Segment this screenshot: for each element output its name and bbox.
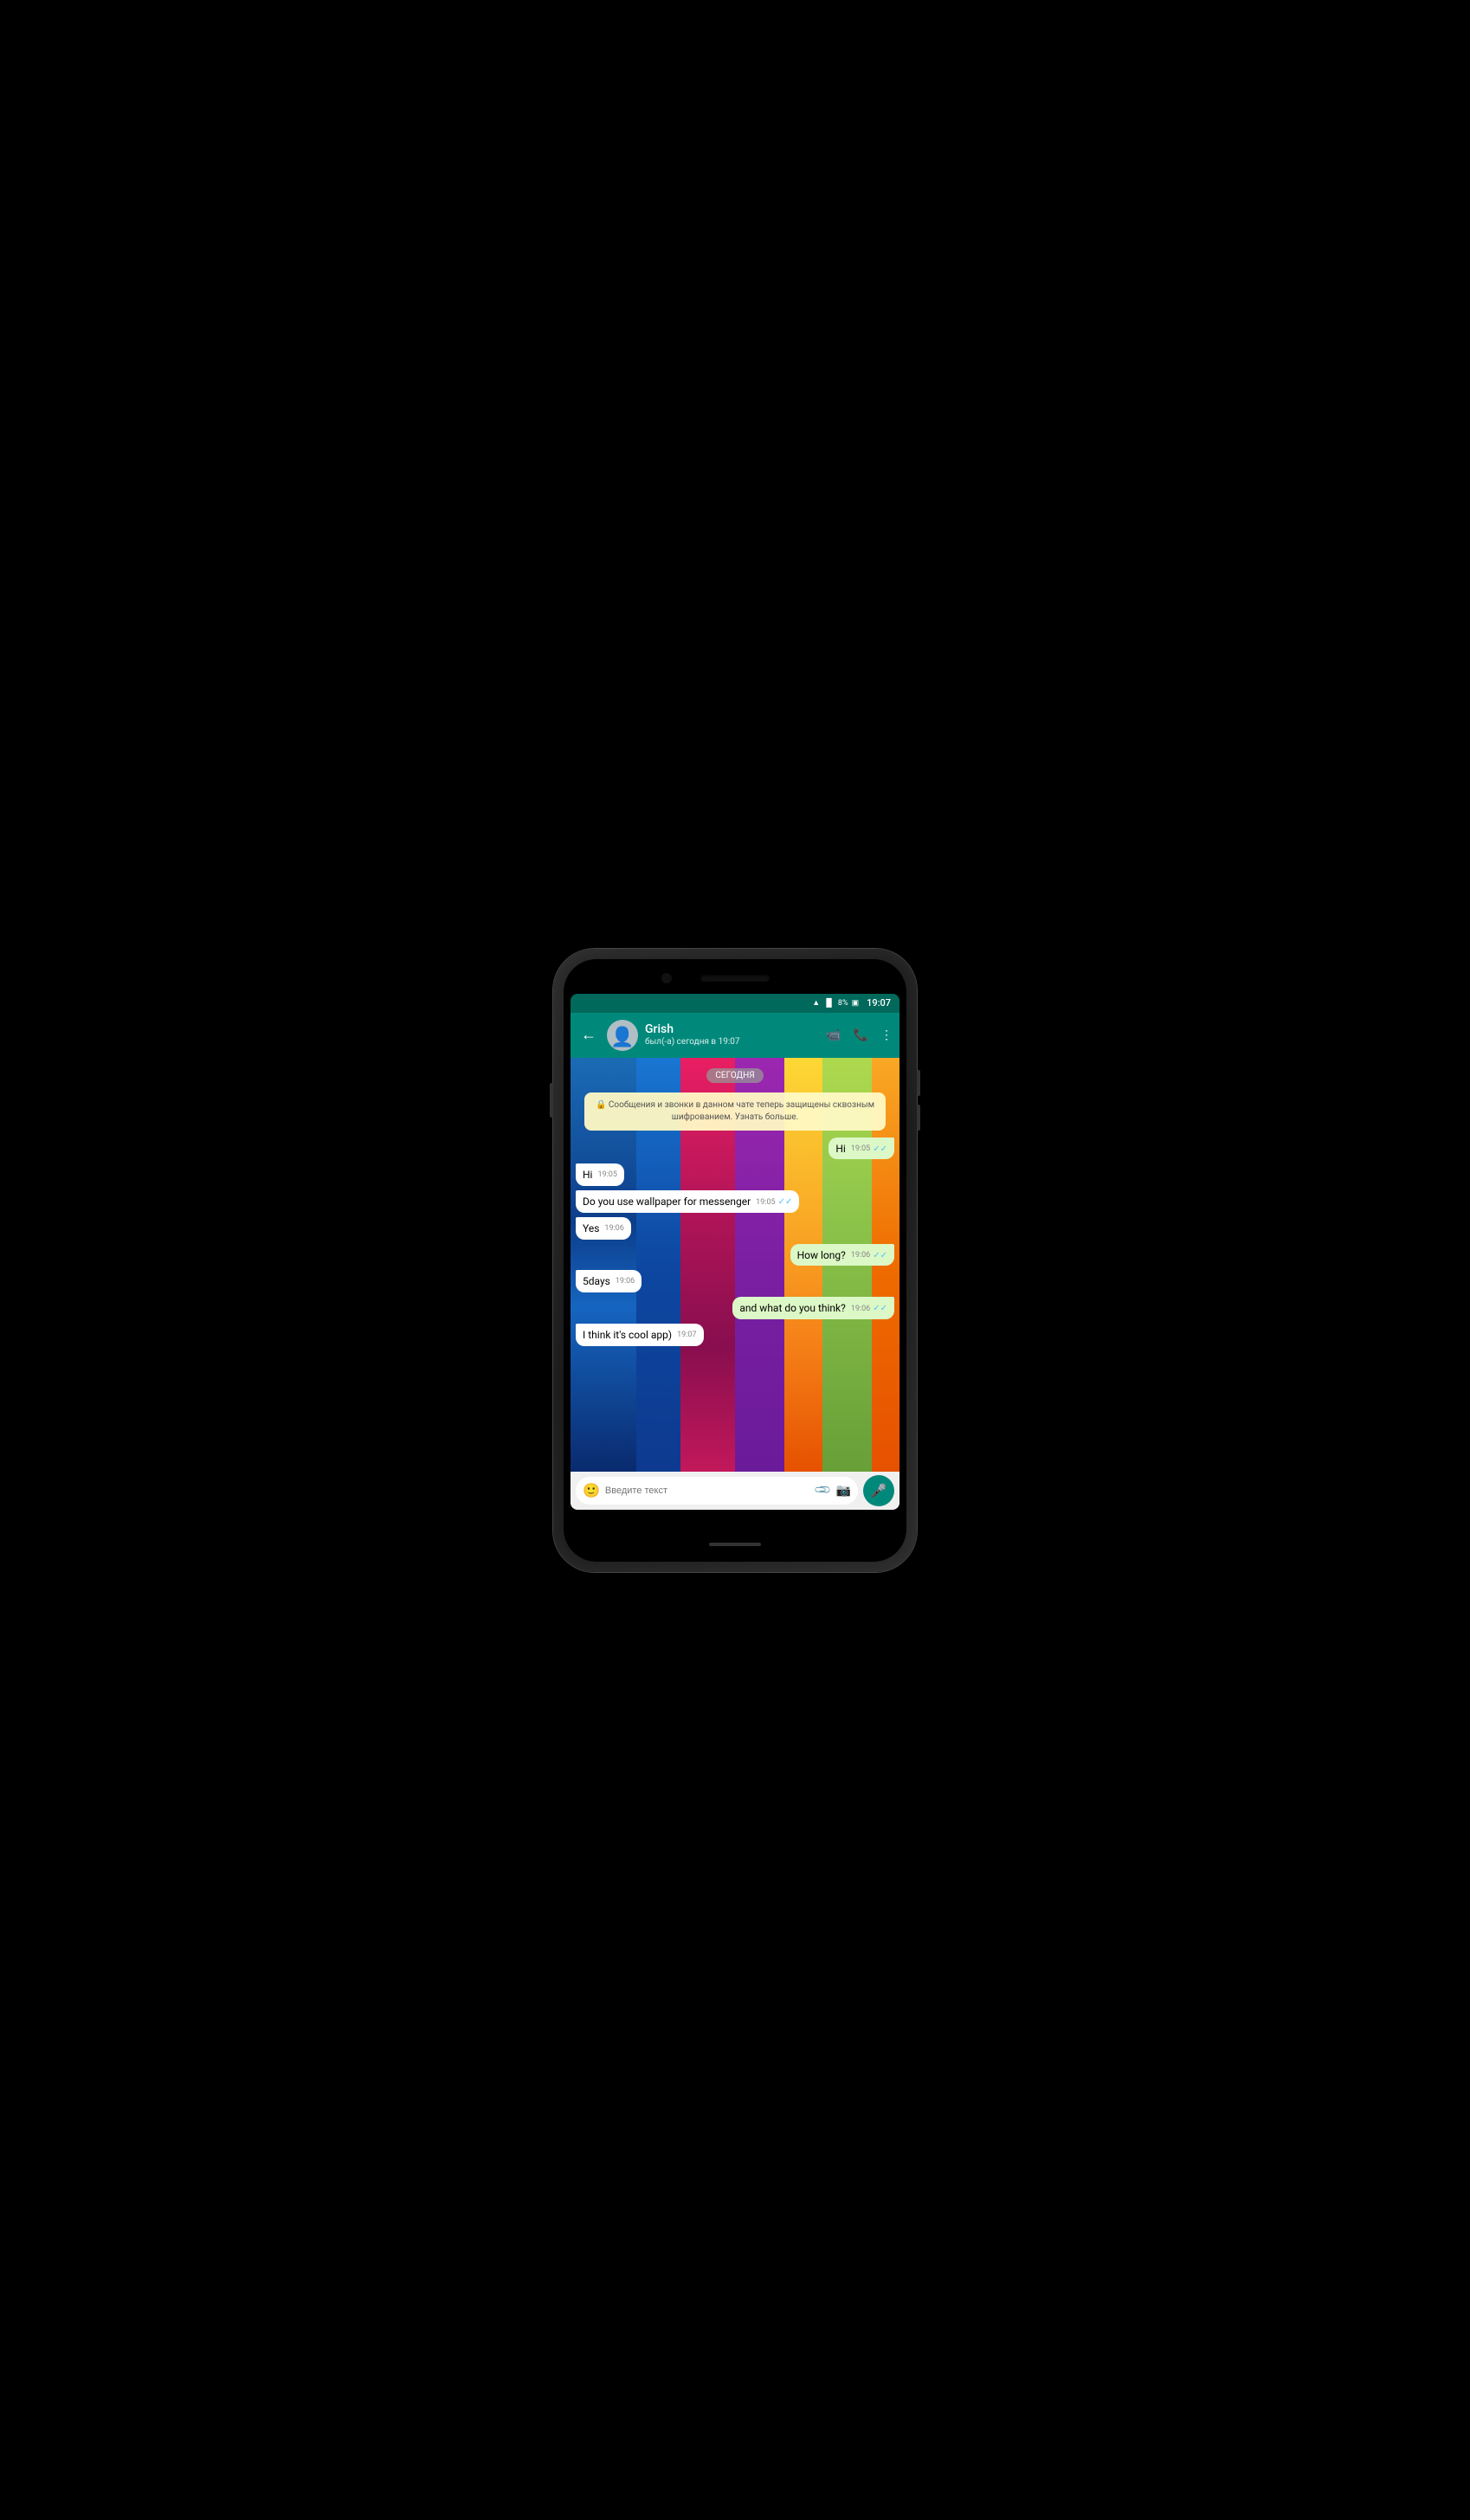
emoji-button[interactable]: 🙂 (583, 1482, 600, 1498)
message-meta: 19:06 (604, 1223, 623, 1234)
message-ticks: ✓✓ (873, 1144, 887, 1156)
message-ticks: ✓✓ (873, 1303, 887, 1315)
mic-button[interactable]: 🎤 (863, 1475, 894, 1506)
message-text: Hi (835, 1143, 845, 1155)
attach-button[interactable]: 📎 (814, 1480, 833, 1499)
message-time: 19:05 (851, 1144, 870, 1155)
front-camera (661, 973, 672, 983)
chat-area: СЕГОДНЯ 🔒 Сообщения и звонки в данном ча… (571, 1058, 899, 1472)
back-button[interactable]: ← (577, 1022, 600, 1047)
video-call-icon[interactable]: 📹 (826, 1028, 841, 1042)
volume-up-button (917, 1070, 920, 1096)
message-ticks: ✓✓ (778, 1196, 793, 1208)
message-meta: 19:06 ✓✓ (851, 1250, 887, 1262)
power-button (550, 1083, 553, 1118)
screen: ▲ ▐▌ 8% ▣ 19:07 ← 👤 Grish был(-а) сегодн… (571, 994, 899, 1510)
avatar: 👤 (607, 1020, 638, 1051)
contact-status: был(-а) сегодня в 19:07 (645, 1037, 819, 1047)
message-time: 19:06 (604, 1223, 623, 1234)
signal-icon: ▐▌ (823, 998, 835, 1008)
message-text: Hi (583, 1169, 592, 1181)
volume-down-button (917, 1105, 920, 1131)
message-text: and what do you think? (739, 1302, 845, 1314)
status-icons: ▲ ▐▌ 8% ▣ (812, 998, 859, 1008)
message-meta: 19:07 (677, 1330, 696, 1341)
contact-info[interactable]: Grish был(-а) сегодня в 19:07 (645, 1022, 819, 1047)
message-input[interactable] (605, 1486, 811, 1496)
message-text: 5days (583, 1275, 610, 1287)
message-text: Do you use wallpaper for messenger (583, 1196, 751, 1208)
message-time: 19:06 (851, 1250, 870, 1261)
phone-inner: ▲ ▐▌ 8% ▣ 19:07 ← 👤 Grish был(-а) сегодн… (564, 959, 906, 1562)
header-actions: 📹 📞 ⋮ (826, 1028, 893, 1042)
message-bubble: Hi 19:05 (576, 1163, 624, 1186)
encryption-notice-text: 🔒 Сообщения и звонки в данном чате тепер… (596, 1100, 874, 1122)
status-bar: ▲ ▐▌ 8% ▣ 19:07 (571, 994, 899, 1013)
chat-messages: СЕГОДНЯ 🔒 Сообщения и звонки в данном ча… (571, 1058, 899, 1472)
message-meta: 19:06 ✓✓ (851, 1303, 887, 1315)
message-meta: 19:05 (597, 1170, 616, 1181)
message-time: 19:06 (851, 1304, 870, 1315)
message-time: 19:06 (616, 1276, 635, 1287)
mic-icon: 🎤 (871, 1483, 887, 1498)
message-time: 19:05 (597, 1170, 616, 1181)
contact-name: Grish (645, 1022, 819, 1037)
message-time: 19:05 (756, 1197, 775, 1208)
text-input-wrapper[interactable]: 🙂 📎 📷 (576, 1477, 858, 1505)
more-options-icon[interactable]: ⋮ (880, 1028, 893, 1042)
message-bubble: How long? 19:06 ✓✓ (790, 1244, 894, 1266)
message-time: 19:07 (677, 1330, 696, 1341)
message-meta: 19:06 (616, 1276, 635, 1287)
message-bubble: 5days 19:06 (576, 1270, 642, 1292)
message-bubble: I think it's cool app) 19:07 (576, 1324, 704, 1346)
home-bar (709, 1543, 761, 1546)
chat-header: ← 👤 Grish был(-а) сегодня в 19:07 📹 📞 ⋮ (571, 1013, 899, 1058)
message-bubble: Yes 19:06 (576, 1217, 631, 1240)
message-text: How long? (797, 1249, 846, 1261)
table-row: Hi 19:05 ✓✓ (576, 1138, 894, 1160)
table-row: Yes 19:06 (576, 1217, 894, 1240)
status-time: 19:07 (867, 997, 891, 1009)
battery-percent: 8% (838, 999, 848, 1008)
voice-call-icon[interactable]: 📞 (854, 1028, 868, 1042)
table-row: Do you use wallpaper for messenger 19:05… (576, 1190, 894, 1213)
battery-icon: ▣ (852, 999, 860, 1008)
avatar-icon: 👤 (610, 1028, 634, 1047)
message-meta: 19:05 ✓✓ (851, 1144, 887, 1156)
encryption-notice: 🔒 Сообщения и звонки в данном чате тепер… (584, 1092, 886, 1131)
message-bubble: and what do you think? 19:06 ✓✓ (732, 1297, 894, 1319)
message-bubble: Do you use wallpaper for messenger 19:05… (576, 1190, 799, 1213)
input-bar: 🙂 📎 📷 🎤 (571, 1472, 899, 1510)
table-row: 5days 19:06 (576, 1270, 894, 1292)
table-row: I think it's cool app) 19:07 (576, 1324, 894, 1346)
camera-button[interactable]: 📷 (836, 1484, 851, 1498)
phone-device: ▲ ▐▌ 8% ▣ 19:07 ← 👤 Grish был(-а) сегодн… (553, 949, 917, 1572)
message-meta: 19:05 ✓✓ (756, 1196, 792, 1208)
speaker (700, 975, 770, 982)
message-text: I think it's cool app) (583, 1329, 672, 1341)
wifi-icon: ▲ (812, 998, 820, 1008)
table-row: Hi 19:05 (576, 1163, 894, 1186)
table-row: and what do you think? 19:06 ✓✓ (576, 1297, 894, 1319)
table-row: How long? 19:06 ✓✓ (576, 1244, 894, 1266)
date-badge: СЕГОДНЯ (706, 1068, 763, 1083)
message-bubble: Hi 19:05 ✓✓ (828, 1138, 894, 1160)
message-text: Yes (583, 1222, 599, 1234)
message-ticks: ✓✓ (873, 1250, 887, 1262)
